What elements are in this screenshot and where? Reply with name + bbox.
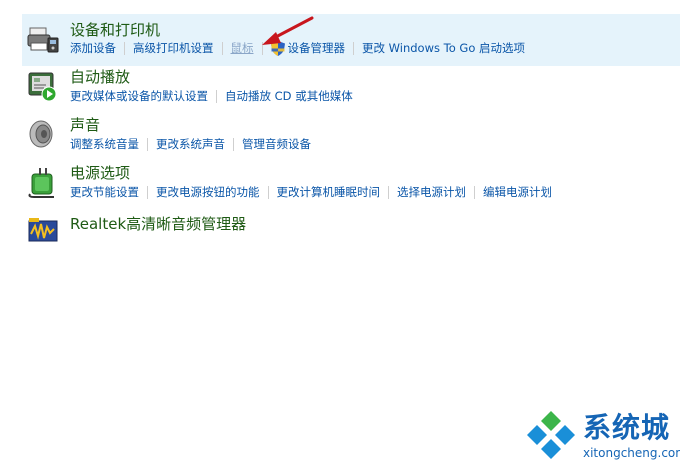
- sound-title[interactable]: 声音: [70, 116, 100, 134]
- autoplay-icon: [28, 72, 57, 102]
- realtek-title[interactable]: Realtek高清晰音频管理器: [70, 215, 246, 233]
- separator: [353, 42, 354, 55]
- change-default-media-settings-link[interactable]: 更改媒体或设备的默认设置: [70, 89, 208, 104]
- adjust-system-volume-link[interactable]: 调整系统音量: [70, 137, 139, 152]
- change-sleep-time-link[interactable]: 更改计算机睡眠时间: [277, 185, 381, 200]
- manage-audio-devices-link[interactable]: 管理音频设备: [242, 137, 311, 152]
- separator: [147, 186, 148, 199]
- change-power-buttons-link[interactable]: 更改电源按钮的功能: [156, 185, 260, 200]
- edit-power-plan-link[interactable]: 编辑电源计划: [483, 185, 552, 200]
- change-system-sounds-link[interactable]: 更改系统声音: [156, 137, 225, 152]
- separator: [233, 138, 234, 151]
- autoplay-cd-link[interactable]: 自动播放 CD 或其他媒体: [225, 89, 353, 104]
- diamond-logo-icon: [527, 411, 575, 459]
- category-sound: 声音 调整系统音量 更改系统声音 管理音频设备: [22, 114, 680, 162]
- devices-and-printers-title[interactable]: 设备和打印机: [70, 21, 160, 39]
- advanced-printer-setup-link[interactable]: 高级打印机设置: [133, 41, 214, 56]
- add-device-link[interactable]: 添加设备: [70, 41, 116, 56]
- power-links: 更改节能设置 更改电源按钮的功能 更改计算机睡眠时间 选择电源计划 编辑电源计划: [70, 185, 552, 200]
- windows-to-go-startup-link[interactable]: 更改 Windows To Go 启动选项: [362, 41, 525, 56]
- separator: [147, 138, 148, 151]
- watermark-logo: 系统城 xitongcheng.com: [525, 407, 680, 465]
- separator: [388, 186, 389, 199]
- change-power-saving-settings-link[interactable]: 更改节能设置: [70, 185, 139, 200]
- watermark-subtitle: xitongcheng.com: [583, 446, 680, 460]
- separator: [267, 186, 269, 199]
- red-arrow-icon: [262, 16, 314, 45]
- separator: [221, 42, 223, 55]
- separator: [216, 90, 217, 103]
- separator: [474, 186, 475, 199]
- watermark-title: 系统城: [583, 411, 671, 444]
- autoplay-links: 更改媒体或设备的默认设置 自动播放 CD 或其他媒体: [70, 89, 353, 104]
- speaker-icon: [29, 120, 53, 148]
- power-battery-icon: [28, 168, 54, 198]
- category-power-options: 电源选项 更改节能设置 更改电源按钮的功能 更改计算机睡眠时间 选择电源计划 编…: [22, 162, 680, 210]
- separator: [124, 42, 125, 55]
- category-realtek-audio: Realtek高清晰音频管理器: [22, 210, 680, 250]
- category-devices-and-printers: 设备和打印机 添加设备 高级打印机设置 鼠标 设备管理器 更改 Windows …: [22, 14, 680, 66]
- realtek-audio-icon: [28, 218, 58, 242]
- sound-links: 调整系统音量 更改系统声音 管理音频设备: [70, 137, 311, 152]
- power-options-title[interactable]: 电源选项: [70, 164, 130, 182]
- printer-icon: [27, 27, 59, 53]
- autoplay-title[interactable]: 自动播放: [70, 68, 130, 86]
- mouse-link[interactable]: 鼠标: [231, 41, 254, 56]
- category-autoplay: 自动播放 更改媒体或设备的默认设置 自动播放 CD 或其他媒体: [22, 66, 680, 114]
- choose-power-plan-link[interactable]: 选择电源计划: [397, 185, 466, 200]
